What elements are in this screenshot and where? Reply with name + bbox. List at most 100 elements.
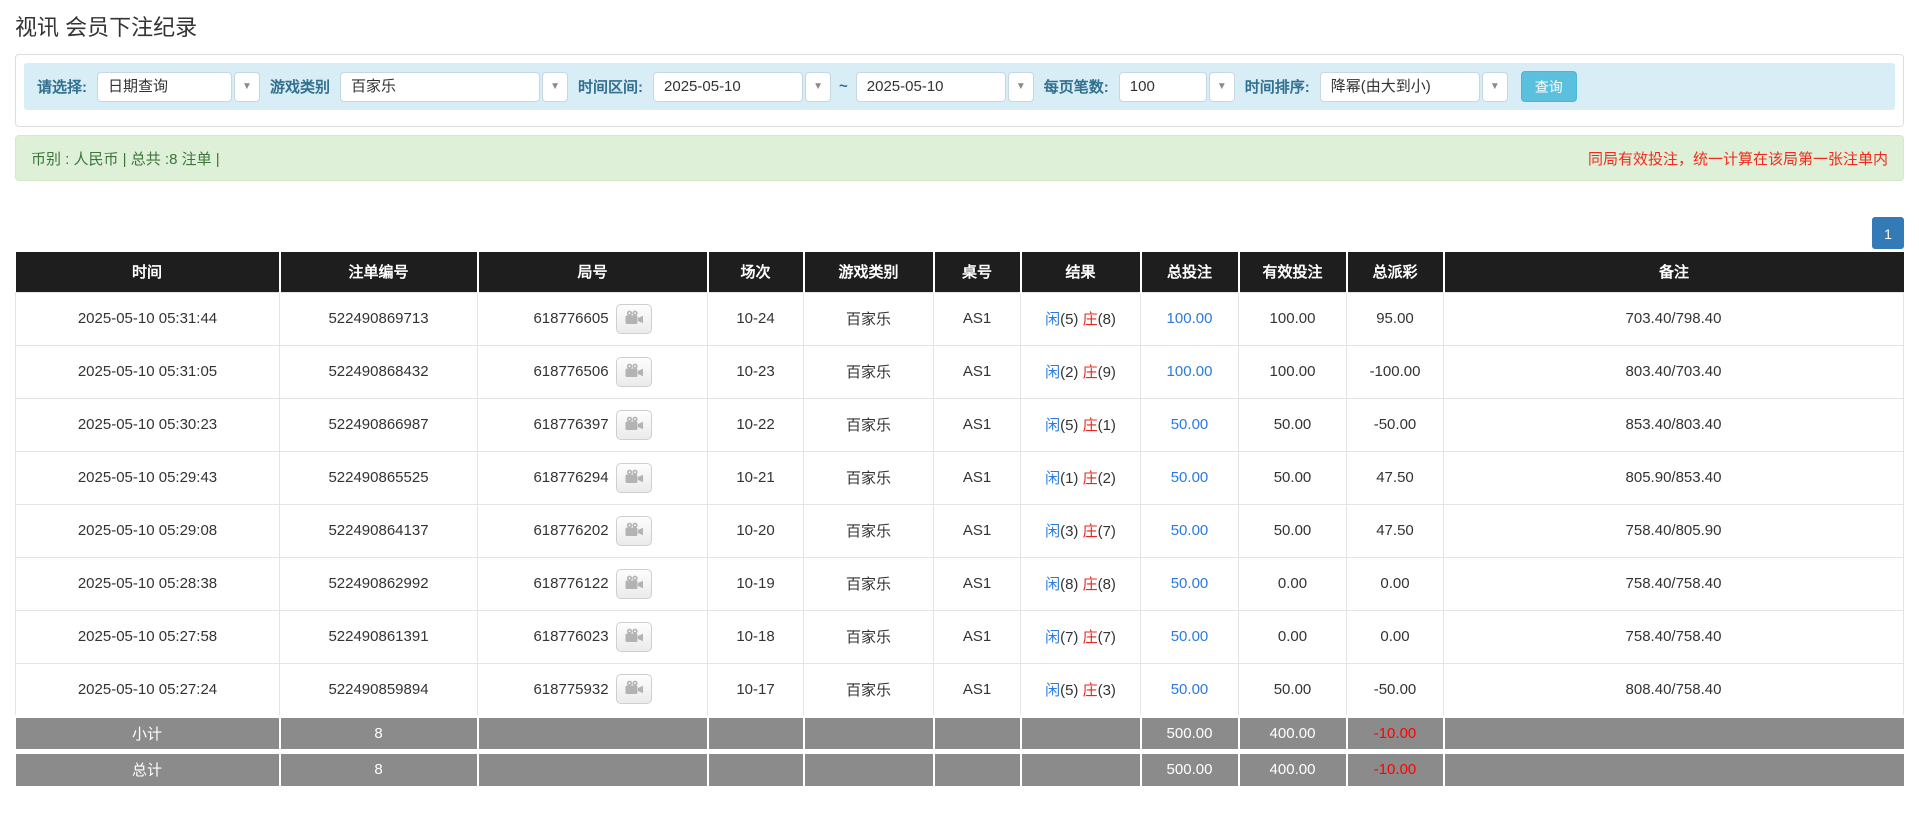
game-type-cell: 百家乐 bbox=[804, 398, 934, 451]
total-bet-link[interactable]: 50.00 bbox=[1171, 469, 1209, 486]
remark-cell: 758.40/758.40 bbox=[1444, 557, 1904, 610]
video-replay-button[interactable] bbox=[616, 357, 652, 387]
round-id-cell: 618776023 bbox=[478, 610, 708, 663]
player-result-score: (5) bbox=[1060, 682, 1083, 699]
total-bet-link[interactable]: 50.00 bbox=[1171, 681, 1209, 698]
table-no-cell: AS1 bbox=[934, 345, 1021, 398]
date-to-value[interactable]: 2025-05-10 bbox=[856, 72, 1006, 102]
video-replay-button[interactable] bbox=[616, 516, 652, 546]
payout-cell: -100.00 bbox=[1347, 345, 1444, 398]
round-id-cell: 618776294 bbox=[478, 451, 708, 504]
video-replay-button[interactable] bbox=[616, 304, 652, 334]
total-bet-link[interactable]: 50.00 bbox=[1171, 416, 1209, 433]
chevron-down-icon[interactable]: ▼ bbox=[805, 72, 831, 102]
chevron-down-icon[interactable]: ▼ bbox=[542, 72, 568, 102]
round-id-wrap: 618776506 bbox=[533, 357, 651, 387]
player-result-label: 闲 bbox=[1045, 470, 1060, 487]
order-id-cell: 522490861391 bbox=[280, 610, 478, 663]
video-record-icon bbox=[624, 416, 644, 434]
total-bet-link[interactable]: 50.00 bbox=[1171, 522, 1209, 539]
table-no-cell: AS1 bbox=[934, 451, 1021, 504]
round-id-wrap: 618776397 bbox=[533, 410, 651, 440]
video-replay-button[interactable] bbox=[616, 622, 652, 652]
video-record-icon bbox=[624, 628, 644, 646]
chevron-down-icon[interactable]: ▼ bbox=[1209, 72, 1235, 102]
bet-record-row: 2025-05-10 05:29:43522490865525618776294… bbox=[16, 451, 1904, 504]
remark-cell: 808.40/758.40 bbox=[1444, 663, 1904, 716]
video-replay-button[interactable] bbox=[616, 674, 652, 704]
banker-result-score: (3) bbox=[1098, 682, 1116, 699]
result-cell: 闲(5) 庄(8) bbox=[1021, 292, 1141, 345]
result-cell: 闲(3) 庄(7) bbox=[1021, 504, 1141, 557]
video-record-icon bbox=[624, 522, 644, 540]
payout-cell: 95.00 bbox=[1347, 292, 1444, 345]
round-id-wrap: 618776605 bbox=[533, 304, 651, 334]
valid-bet-cell: 0.00 bbox=[1239, 557, 1347, 610]
player-result-label: 闲 bbox=[1045, 523, 1060, 540]
total-bet-link[interactable]: 50.00 bbox=[1171, 628, 1209, 645]
filter-panel: 请选择: 日期查询 ▼ 游戏类别 百家乐 ▼ 时间区间: 2025-05-10 … bbox=[15, 54, 1904, 127]
player-result-label: 闲 bbox=[1045, 576, 1060, 593]
session-cell: 10-23 bbox=[708, 345, 804, 398]
video-record-icon bbox=[624, 469, 644, 487]
bet-record-row: 2025-05-10 05:31:05522490868432618776506… bbox=[16, 345, 1904, 398]
payout-cell: -50.00 bbox=[1347, 663, 1444, 716]
game-type-value[interactable]: 百家乐 bbox=[340, 72, 540, 102]
payout-cell: 0.00 bbox=[1347, 610, 1444, 663]
session-cell: 10-18 bbox=[708, 610, 804, 663]
session-cell: 10-24 bbox=[708, 292, 804, 345]
banker-result-label: 庄 bbox=[1083, 523, 1098, 540]
round-id-value: 618776605 bbox=[533, 310, 608, 327]
chevron-down-icon[interactable]: ▼ bbox=[1008, 72, 1034, 102]
valid-bet-cell: 50.00 bbox=[1239, 451, 1347, 504]
chevron-down-icon[interactable]: ▼ bbox=[1482, 72, 1508, 102]
round-id-cell: 618775932 bbox=[478, 663, 708, 716]
page-size-value[interactable]: 100 bbox=[1119, 72, 1207, 102]
player-result-score: (3) bbox=[1060, 523, 1083, 540]
page-number-button[interactable]: 1 bbox=[1872, 217, 1904, 249]
pagination: 1 bbox=[15, 217, 1904, 249]
round-id-value: 618776023 bbox=[533, 628, 608, 645]
video-replay-button[interactable] bbox=[616, 463, 652, 493]
total-bet-link[interactable]: 100.00 bbox=[1167, 310, 1213, 327]
player-result-score: (5) bbox=[1060, 311, 1083, 328]
game-type-select[interactable]: 百家乐 ▼ bbox=[340, 72, 568, 102]
total-row-label: 总计 bbox=[16, 751, 280, 786]
subtotal-row-valid-bet: 400.00 bbox=[1239, 716, 1347, 751]
subtotal-row-empty-cell bbox=[804, 716, 934, 751]
banker-result-label: 庄 bbox=[1083, 417, 1098, 434]
query-mode-value[interactable]: 日期查询 bbox=[97, 72, 232, 102]
query-mode-select[interactable]: 日期查询 ▼ bbox=[97, 72, 260, 102]
date-from-value[interactable]: 2025-05-10 bbox=[653, 72, 803, 102]
table-header-row: 时间注单编号局号场次游戏类别桌号结果总投注有效投注总派彩备注 bbox=[16, 252, 1904, 292]
page-size-select[interactable]: 100 ▼ bbox=[1119, 72, 1235, 102]
bet-time-cell: 2025-05-10 05:31:44 bbox=[16, 292, 280, 345]
chevron-down-icon[interactable]: ▼ bbox=[234, 72, 260, 102]
banker-result-score: (7) bbox=[1098, 629, 1116, 646]
banker-result-label: 庄 bbox=[1083, 470, 1098, 487]
sort-order-label: 时间排序: bbox=[1245, 76, 1310, 97]
date-from-select[interactable]: 2025-05-10 ▼ bbox=[653, 72, 831, 102]
sort-order-value[interactable]: 降幂(由大到小) bbox=[1320, 72, 1480, 102]
round-id-value: 618776294 bbox=[533, 469, 608, 486]
game-type-cell: 百家乐 bbox=[804, 663, 934, 716]
video-replay-button[interactable] bbox=[616, 410, 652, 440]
video-replay-button[interactable] bbox=[616, 569, 652, 599]
total-bet-link[interactable]: 100.00 bbox=[1167, 363, 1213, 380]
valid-bet-cell: 100.00 bbox=[1239, 292, 1347, 345]
subtotal-row-payout: -10.00 bbox=[1347, 716, 1444, 751]
remark-cell: 758.40/805.90 bbox=[1444, 504, 1904, 557]
sort-order-select[interactable]: 降幂(由大到小) ▼ bbox=[1320, 72, 1508, 102]
total-bet-link[interactable]: 50.00 bbox=[1171, 575, 1209, 592]
table-no-cell: AS1 bbox=[934, 398, 1021, 451]
date-to-select[interactable]: 2025-05-10 ▼ bbox=[856, 72, 1034, 102]
search-button[interactable]: 查询 bbox=[1521, 71, 1577, 102]
banker-result-label: 庄 bbox=[1083, 311, 1098, 328]
table-no-cell: AS1 bbox=[934, 557, 1021, 610]
subtotal-row-empty-cell bbox=[934, 716, 1021, 751]
round-id-wrap: 618775932 bbox=[533, 674, 651, 704]
subtotal-row-label: 小计 bbox=[16, 716, 280, 751]
total-row-empty-cell bbox=[934, 751, 1021, 786]
round-id-wrap: 618776294 bbox=[533, 463, 651, 493]
banker-result-score: (7) bbox=[1098, 523, 1116, 540]
